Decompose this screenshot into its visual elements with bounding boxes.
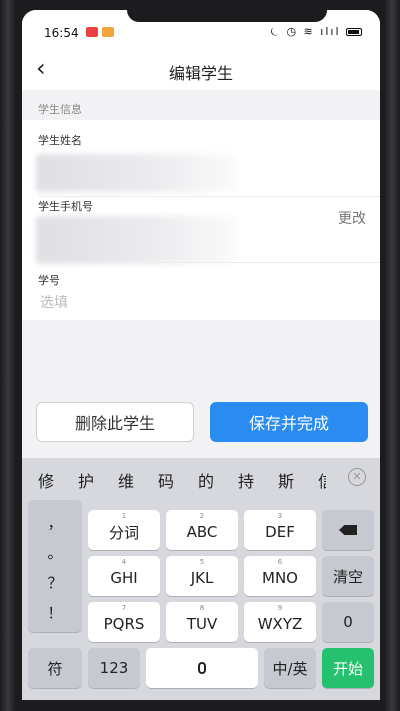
section-header: 学生信息 xyxy=(22,90,380,120)
student-name-field[interactable] xyxy=(36,154,236,192)
notification-app-icon xyxy=(102,27,114,37)
punctuation-key[interactable]: 。 xyxy=(28,542,82,563)
candidate-word[interactable]: 码 xyxy=(158,468,174,492)
notification-app-icon xyxy=(86,27,98,37)
key-label: WXYZ xyxy=(257,615,303,633)
key-number: 4 xyxy=(121,558,127,566)
symbol-key[interactable]: 符 xyxy=(28,648,82,688)
go-key[interactable]: 开始 xyxy=(322,648,374,688)
key-5[interactable]: 5 JKL xyxy=(166,556,238,596)
key-number: 2 xyxy=(199,512,205,520)
key-number: 1 xyxy=(121,512,127,520)
page-title: 编辑学生 xyxy=(168,64,233,83)
student-name-label: 学生姓名 xyxy=(38,134,82,147)
close-candidates-icon[interactable]: ✕ xyxy=(348,468,366,486)
section-header-label: 学生信息 xyxy=(38,103,82,116)
status-icons: ⏾ ◷ ≋ ılıl xyxy=(270,25,362,39)
key-2[interactable]: 2 ABC xyxy=(166,510,238,550)
screen: 16:54 ⏾ ◷ ≋ ılıl ‹ 编辑学生 学生信息 学生姓名 学生手机号 … xyxy=(22,10,380,700)
divider xyxy=(38,262,380,263)
candidate-word[interactable]: 持 xyxy=(238,468,254,492)
candidate-word[interactable]: 的 xyxy=(198,468,214,492)
key-1[interactable]: 1 分词 xyxy=(88,510,160,550)
zero-key[interactable]: 0 xyxy=(322,602,374,642)
student-phone-field[interactable] xyxy=(36,216,236,264)
key-label: GHI xyxy=(110,569,138,587)
punctuation-key[interactable]: ？ xyxy=(28,572,82,593)
microphone-icon xyxy=(198,662,206,674)
clear-key[interactable]: 清空 xyxy=(322,556,374,596)
key-label: DEF xyxy=(265,523,295,541)
camera-notch xyxy=(127,10,327,22)
student-phone-label: 学生手机号 xyxy=(38,200,93,213)
change-phone-link[interactable]: 更改 xyxy=(338,208,366,228)
key-number: 8 xyxy=(199,604,205,612)
key-number: 6 xyxy=(277,558,283,566)
phone-frame: 16:54 ⏾ ◷ ≋ ılıl ‹ 编辑学生 学生信息 学生姓名 学生手机号 … xyxy=(0,0,400,711)
delete-student-button[interactable]: 删除此学生 xyxy=(36,402,194,442)
key-label: TUV xyxy=(186,615,218,633)
key-label: PQRS xyxy=(103,615,145,633)
backspace-icon xyxy=(339,525,357,535)
nav-bar: ‹ 编辑学生 xyxy=(22,46,380,90)
numbers-key[interactable]: 123 xyxy=(88,648,140,688)
punctuation-key[interactable]: ！ xyxy=(28,602,82,623)
student-no-input[interactable]: 选填 xyxy=(40,292,68,312)
key-label: ABC xyxy=(186,523,218,541)
key-9[interactable]: 9 WXYZ xyxy=(244,602,316,642)
key-6[interactable]: 6 MNO xyxy=(244,556,316,596)
punctuation-key[interactable]: ， xyxy=(28,512,82,533)
ime-keyboard: 修 护 维 码 的 持 斯 信 ✕ ， 。 ？ ！ 1分词 2ABC 3DEF … xyxy=(22,458,380,700)
candidate-word[interactable]: 修 xyxy=(38,468,54,492)
space-key[interactable] xyxy=(146,648,258,688)
backspace-key[interactable] xyxy=(322,510,374,550)
key-number: 5 xyxy=(199,558,205,566)
candidate-bar: 修 护 维 码 的 持 斯 信 ✕ xyxy=(22,458,380,496)
candidate-word[interactable]: 信 xyxy=(318,468,326,492)
key-label: JKL xyxy=(190,569,214,587)
key-number: 7 xyxy=(121,604,127,612)
key-8[interactable]: 8 TUV xyxy=(166,602,238,642)
candidate-word[interactable]: 维 xyxy=(118,468,134,492)
key-label: 分词 xyxy=(108,523,139,542)
student-no-label: 学号 xyxy=(38,274,60,287)
punctuation-column[interactable]: ， 。 ？ ！ xyxy=(28,500,82,632)
candidate-word[interactable]: 斯 xyxy=(278,468,294,492)
save-complete-button[interactable]: 保存并完成 xyxy=(210,402,368,442)
status-time: 16:54 xyxy=(44,26,79,40)
key-number: 3 xyxy=(277,512,283,520)
key-3[interactable]: 3 DEF xyxy=(244,510,316,550)
battery-icon xyxy=(346,28,362,36)
language-switch-key[interactable]: 中/英 xyxy=(264,648,316,688)
key-7[interactable]: 7 PQRS xyxy=(88,602,160,642)
key-number: 9 xyxy=(277,604,283,612)
status-icons-text: ⏾ ◷ ≋ ılıl xyxy=(270,25,341,38)
action-buttons: 删除此学生 保存并完成 xyxy=(22,402,380,462)
key-4[interactable]: 4 GHI xyxy=(88,556,160,596)
candidate-word[interactable]: 护 xyxy=(78,468,94,492)
student-form: 学生姓名 学生手机号 学号 xyxy=(22,120,380,320)
divider xyxy=(38,196,380,197)
key-label: MNO xyxy=(262,569,298,587)
